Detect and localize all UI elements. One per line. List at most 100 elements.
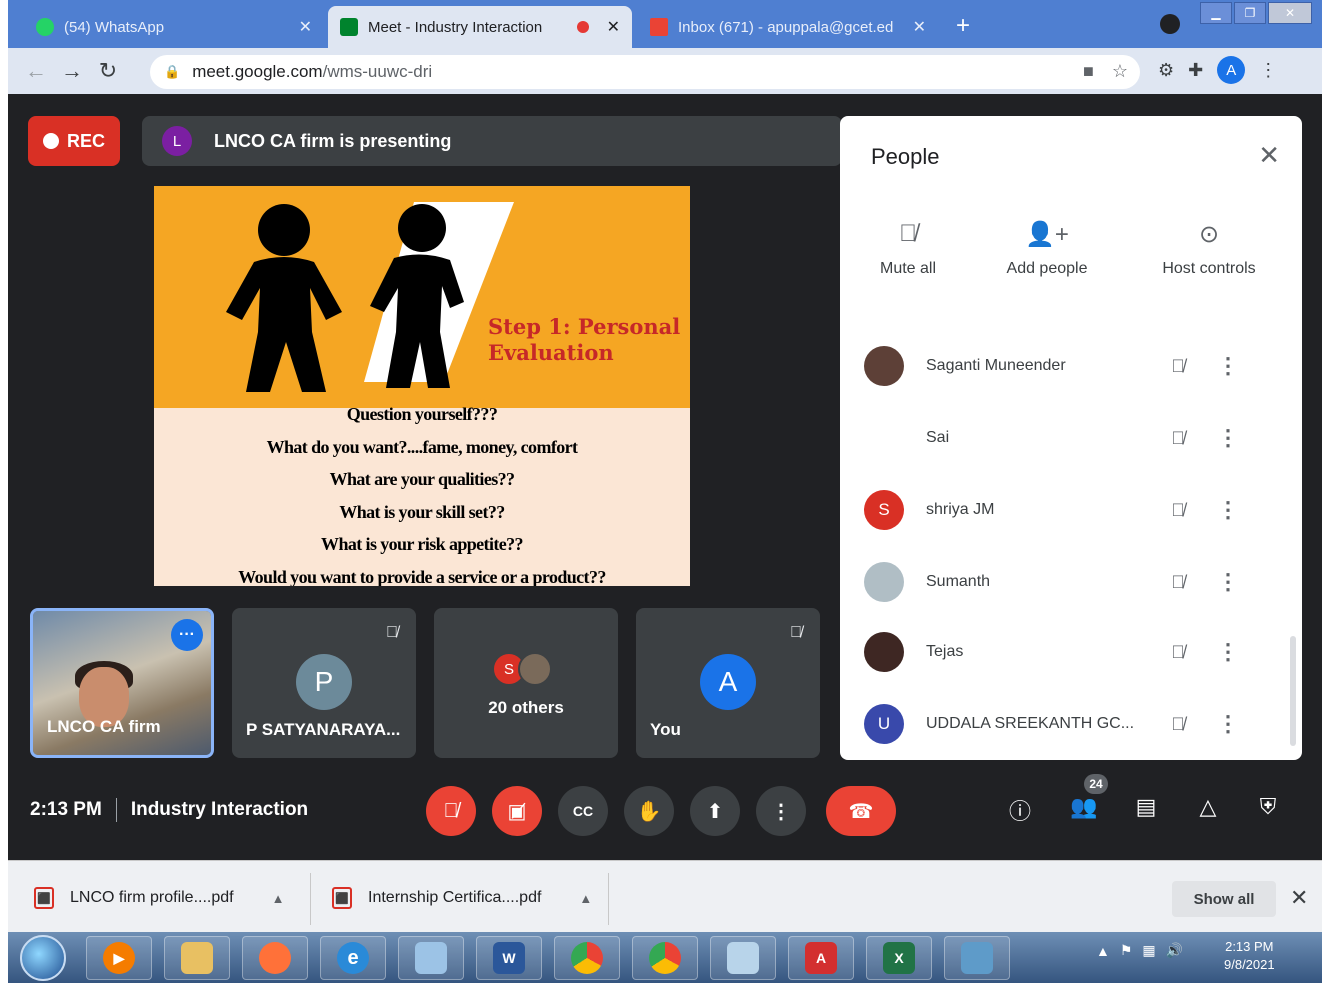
back-icon[interactable]: ←: [18, 58, 54, 84]
leave-call-button[interactable]: ☎: [826, 786, 896, 836]
windows-taskbar: ▶ e W A X ▲ ⚑ ▦ 🔊 2:13 PM 9/8/2021: [8, 932, 1322, 983]
tab-search-icon[interactable]: [1160, 14, 1180, 34]
more-vert-icon[interactable]: ⋮: [1208, 711, 1248, 737]
taskbar-app-notepad[interactable]: [710, 936, 776, 980]
clock-time: 2:13 PM: [1225, 939, 1274, 954]
tab-whatsapp[interactable]: (54) WhatsApp ✕: [24, 6, 324, 48]
close-tab-icon[interactable]: ✕: [299, 17, 312, 37]
mute-all-button[interactable]: 🎙̸ Mute all: [866, 220, 950, 278]
taskbar-app-explorer[interactable]: [164, 936, 230, 980]
chevron-up-icon[interactable]: ▲: [579, 891, 592, 906]
reload-icon[interactable]: ↻: [90, 58, 126, 84]
close-panel-icon[interactable]: ✕: [1258, 140, 1280, 171]
mic-off-icon[interactable]: 🎙̸: [1148, 500, 1208, 521]
add-people-button[interactable]: 👤+ Add people: [990, 220, 1104, 278]
taskbar-app-chrome[interactable]: [554, 936, 620, 980]
taskbar-app-ie[interactable]: e: [320, 936, 386, 980]
start-button[interactable]: [20, 935, 66, 981]
more-vert-icon[interactable]: ⋮: [1208, 569, 1248, 595]
bookmark-star-icon[interactable]: ☆: [1112, 61, 1128, 82]
person-row[interactable]: Sai 🎙̸ ⋮: [864, 408, 1284, 468]
mic-off-icon[interactable]: 🎙̸: [1148, 356, 1208, 377]
participant-tile-self[interactable]: 🎙̸ A You: [636, 608, 820, 758]
mic-off-icon[interactable]: 🎙̸: [1148, 642, 1208, 663]
mic-off-icon[interactable]: 🎙̸: [1148, 714, 1208, 735]
taskbar-app-excel[interactable]: X: [866, 936, 932, 980]
tab-gmail[interactable]: Inbox (671) - apuppala@gcet.ed ✕: [638, 6, 938, 48]
tab-meet[interactable]: Meet - Industry Interaction ✕: [328, 6, 632, 48]
tray-expand-icon[interactable]: ▲: [1096, 943, 1110, 959]
more-vert-icon[interactable]: ⋮: [1208, 353, 1248, 379]
taskbar-app-acrobat[interactable]: A: [788, 936, 854, 980]
mic-off-icon[interactable]: 🎙̸: [1148, 428, 1208, 449]
new-tab-button[interactable]: +: [956, 12, 970, 40]
folder-icon: [181, 942, 213, 974]
more-options-icon[interactable]: ···: [171, 619, 203, 651]
taskbar-app-chrome-2[interactable]: [632, 936, 698, 980]
people-icon[interactable]: 👥: [1066, 794, 1102, 820]
close-window-button[interactable]: ✕: [1268, 2, 1312, 24]
participant-tile[interactable]: 🎙̸ P P SATYANARAYA...: [232, 608, 416, 758]
download-item[interactable]: ⬛ Internship Certifica....pdf ▲: [332, 881, 592, 915]
taskbar-app-word[interactable]: W: [476, 936, 542, 980]
more-vert-icon[interactable]: ⋮: [1208, 425, 1248, 451]
participant-tile-presenter[interactable]: ··· LNCO CA firm: [30, 608, 214, 758]
paint-icon: [415, 942, 447, 974]
activities-icon[interactable]: △: [1190, 794, 1226, 820]
participant-tile-others[interactable]: S 20 others: [434, 608, 618, 758]
camera-toggle-button[interactable]: ▣̸: [492, 786, 542, 836]
host-controls-shield-icon[interactable]: ⛨: [1250, 794, 1286, 820]
person-name: Saganti Muneender: [926, 357, 1066, 374]
taskbar-clock[interactable]: 2:13 PM 9/8/2021: [1224, 938, 1275, 974]
taskbar-app-firefox[interactable]: [242, 936, 308, 980]
extension-icon[interactable]: ⚙: [1158, 60, 1174, 81]
tab-title: Inbox (671) - apuppala@gcet.ed: [678, 18, 894, 36]
show-all-button[interactable]: Show all: [1172, 881, 1276, 917]
meeting-details-icon[interactable]: ⓘ: [1002, 794, 1038, 826]
mic-off-icon[interactable]: 🎙̸: [1148, 572, 1208, 593]
extensions-puzzle-icon[interactable]: ✚: [1188, 60, 1203, 81]
download-item[interactable]: ⬛ LNCO firm profile....pdf ▲: [34, 881, 284, 915]
panel-scrollbar[interactable]: [1290, 636, 1296, 746]
person-name: Sumanth: [926, 573, 991, 590]
participant-name: 20 others: [488, 698, 564, 717]
taskbar-app-paint[interactable]: [398, 936, 464, 980]
person-row[interactable]: Sumanth 🎙̸ ⋮: [864, 552, 1284, 612]
network-icon[interactable]: ▦: [1142, 942, 1155, 959]
chevron-up-icon[interactable]: ▲: [272, 891, 285, 906]
taskbar-app-photos[interactable]: [944, 936, 1010, 980]
camera-icon[interactable]: ■: [1083, 61, 1094, 82]
close-tab-icon[interactable]: ✕: [913, 17, 926, 37]
recording-indicator[interactable]: REC: [28, 116, 120, 166]
close-tab-icon[interactable]: ✕: [607, 17, 620, 37]
browser-menu-icon[interactable]: ⋮: [1259, 60, 1277, 81]
mic-toggle-button[interactable]: 🎙̸: [426, 786, 476, 836]
action-center-flag-icon[interactable]: ⚑: [1120, 942, 1133, 959]
hand-icon: ✋: [636, 800, 662, 823]
raise-hand-button[interactable]: ✋: [624, 786, 674, 836]
host-controls-button[interactable]: ⊙ Host controls: [1146, 220, 1272, 278]
person-row[interactable]: Saganti Muneender 🎙̸ ⋮: [864, 336, 1284, 396]
more-vert-icon[interactable]: ⋮: [1208, 639, 1248, 665]
mic-off-icon: 🎙̸: [386, 624, 398, 641]
recording-icon: [576, 21, 589, 33]
captions-button[interactable]: CC: [558, 786, 608, 836]
close-downloads-icon[interactable]: ✕: [1290, 885, 1308, 911]
present-button[interactable]: ⬆: [690, 786, 740, 836]
volume-icon[interactable]: 🔊: [1166, 942, 1183, 959]
address-bar[interactable]: 🔒 meet.google.com/wms-uuwc-dri ■ ☆: [150, 55, 1140, 89]
participant-avatar: A: [700, 654, 756, 710]
taskbar-app-media-player[interactable]: ▶: [86, 936, 152, 980]
forward-icon[interactable]: →: [54, 58, 90, 84]
lock-icon[interactable]: 🔒: [164, 64, 180, 80]
more-vert-icon[interactable]: ⋮: [1208, 497, 1248, 523]
more-options-button[interactable]: ⋮: [756, 786, 806, 836]
divider: [310, 873, 311, 925]
person-row[interactable]: S shriya JM 🎙̸ ⋮: [864, 480, 1284, 540]
profile-avatar[interactable]: A: [1217, 56, 1246, 84]
chat-icon[interactable]: ▤: [1128, 794, 1164, 820]
person-row[interactable]: U UDDALA SREEKANTH GC... 🎙̸ ⋮: [864, 694, 1284, 754]
minimize-button[interactable]: ▁: [1200, 2, 1232, 24]
maximize-button[interactable]: ❐: [1234, 2, 1266, 24]
person-row[interactable]: Tejas 🎙̸ ⋮: [864, 622, 1284, 682]
